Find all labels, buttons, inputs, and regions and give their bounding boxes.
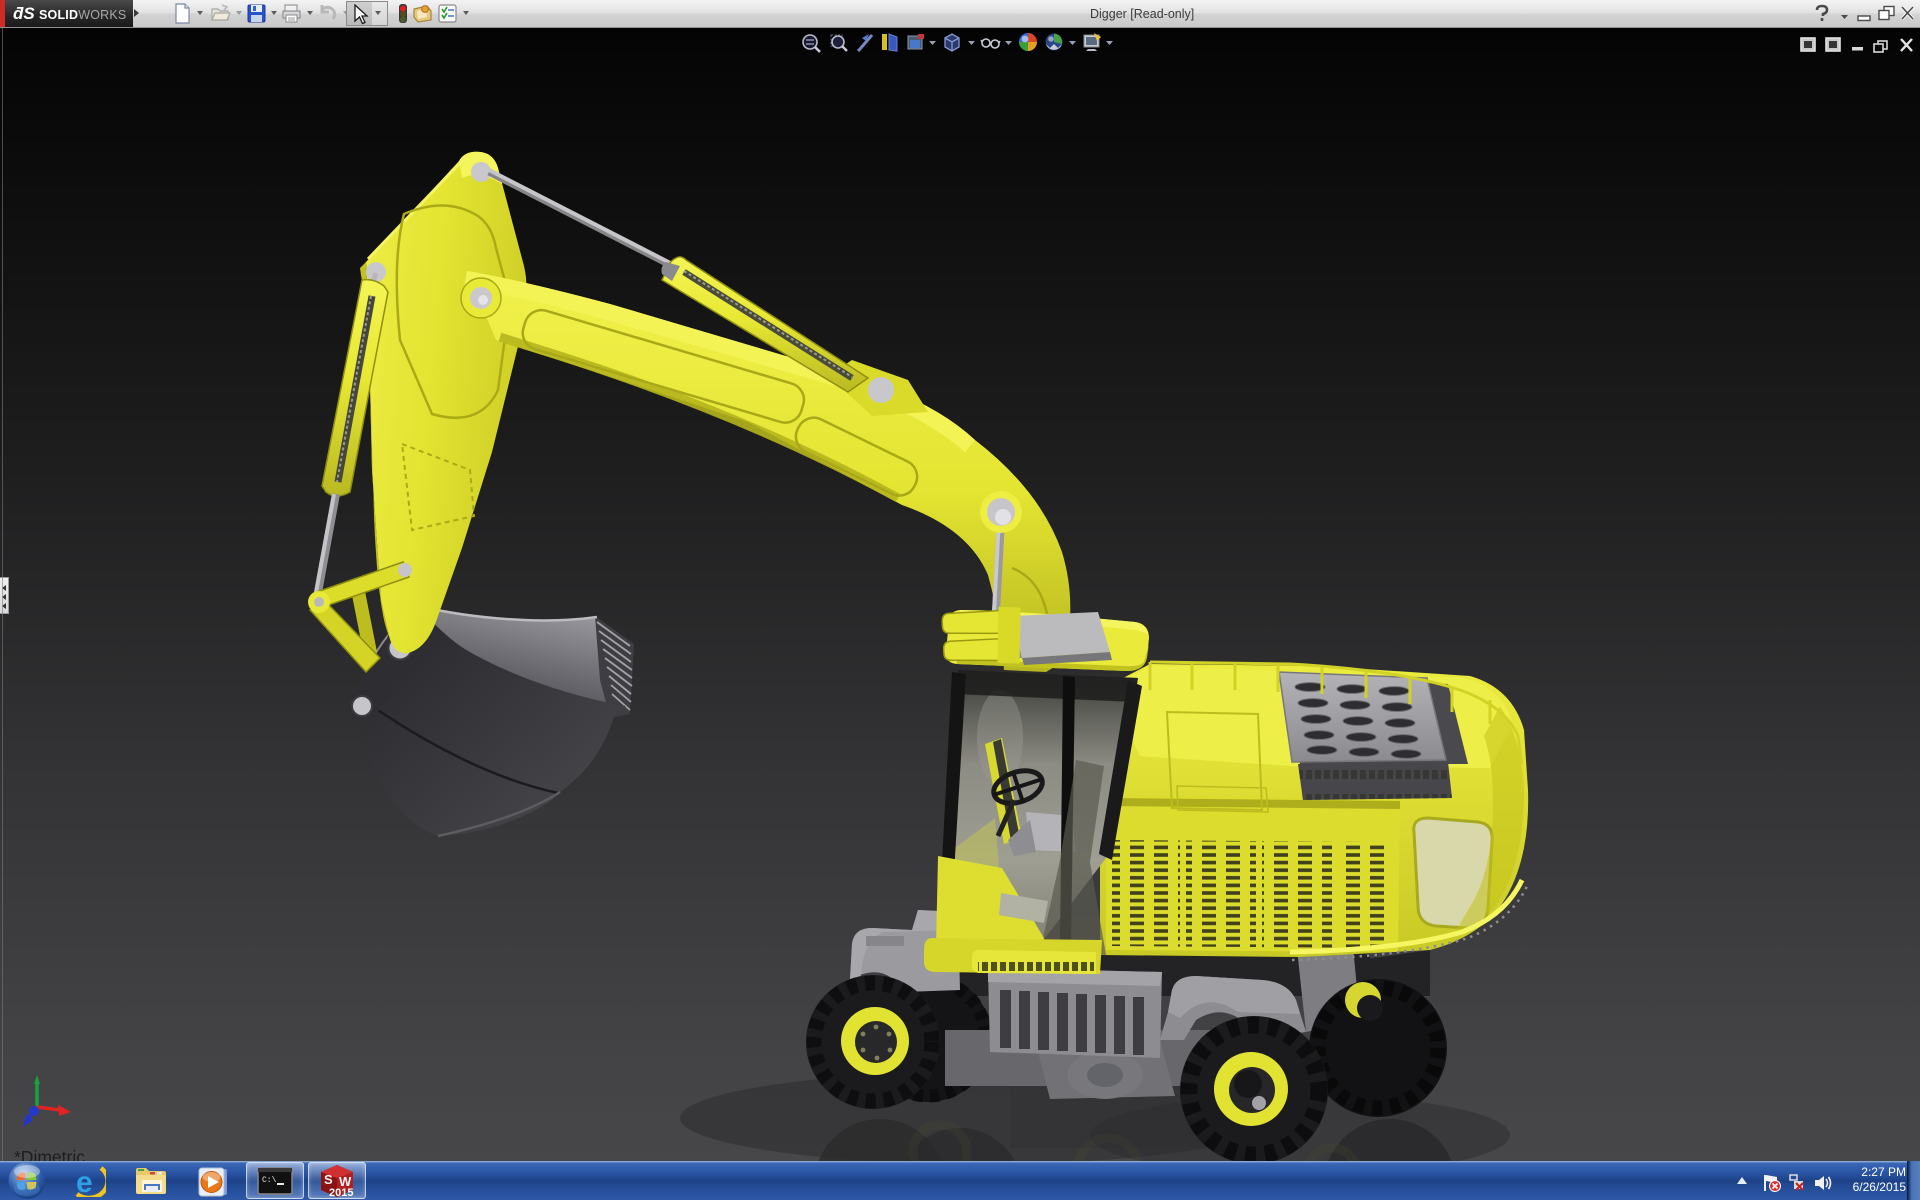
svg-text:e: e xyxy=(76,1166,93,1197)
svg-text:C:\: C:\ xyxy=(262,1176,277,1185)
svg-text:S: S xyxy=(324,1172,333,1187)
svg-text:2015: 2015 xyxy=(329,1187,353,1199)
